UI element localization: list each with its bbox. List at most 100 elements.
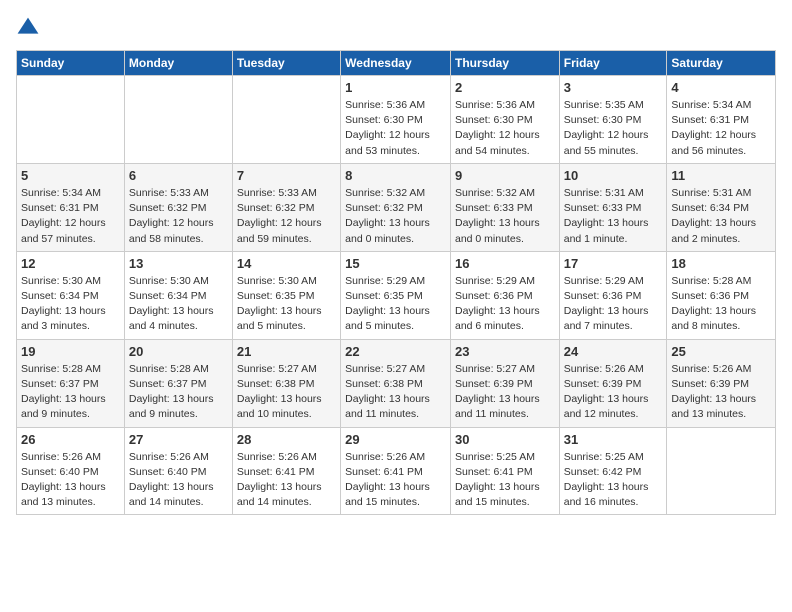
day-info: Sunrise: 5:25 AM Sunset: 6:41 PM Dayligh… [455,450,555,511]
day-number: 13 [129,256,228,271]
calendar-cell: 21Sunrise: 5:27 AM Sunset: 6:38 PM Dayli… [232,339,340,427]
day-number: 17 [564,256,663,271]
calendar-table: SundayMondayTuesdayWednesdayThursdayFrid… [16,50,776,515]
day-number: 11 [671,168,771,183]
calendar-cell: 19Sunrise: 5:28 AM Sunset: 6:37 PM Dayli… [17,339,125,427]
calendar-cell: 12 Sunrise: 5:30 AM Sunset: 6:34 PM Dayli… [17,251,125,339]
calendar-cell: 9 Sunrise: 5:32 AM Sunset: 6:33 PM Daylig… [450,163,559,251]
day-info: Sunrise: 5:33 AM Sunset: 6:32 PM Dayligh… [129,186,228,247]
day-info: Sunrise: 5:30 AM Sunset: 6:35 PM Dayligh… [237,274,336,335]
calendar-cell: 31 Sunrise: 5:25 AM Sunset: 6:42 PM Dayli… [559,427,667,515]
day-info: Sunrise: 5:26 AM Sunset: 6:41 PM Dayligh… [237,450,336,511]
calendar-cell: 25Sunrise: 5:26 AM Sunset: 6:39 PM Dayli… [667,339,776,427]
calendar-cell: 6 Sunrise: 5:33 AM Sunset: 6:32 PM Daylig… [124,163,232,251]
day-info: Sunrise: 5:26 AM Sunset: 6:40 PM Dayligh… [21,450,120,511]
day-number: 28 [237,432,336,447]
day-info: Sunrise: 5:27 AM Sunset: 6:38 PM Dayligh… [345,362,446,423]
day-info: Sunrise: 5:26 AM Sunset: 6:39 PM Dayligh… [564,362,663,423]
calendar-cell: 23 Sunrise: 5:27 AM Sunset: 6:39 PM Dayli… [450,339,559,427]
day-info: Sunrise: 5:36 AM Sunset: 6:30 PM Dayligh… [345,98,446,159]
calendar-week-2: 5 Sunrise: 5:34 AM Sunset: 6:31 PM Daylig… [17,163,776,251]
day-number: 2 [455,80,555,95]
weekday-header-saturday: Saturday [667,51,776,76]
page-header [16,16,776,40]
day-info: Sunrise: 5:32 AM Sunset: 6:32 PM Dayligh… [345,186,446,247]
day-info: Sunrise: 5:36 AM Sunset: 6:30 PM Dayligh… [455,98,555,159]
calendar-week-1: 1 Sunrise: 5:36 AM Sunset: 6:30 PM Daylig… [17,76,776,164]
day-number: 16 [455,256,555,271]
day-number: 18 [671,256,771,271]
day-number: 3 [564,80,663,95]
calendar-cell: 30 Sunrise: 5:25 AM Sunset: 6:41 PM Dayli… [450,427,559,515]
day-info: Sunrise: 5:29 AM Sunset: 6:36 PM Dayligh… [455,274,555,335]
weekday-header-thursday: Thursday [450,51,559,76]
day-number: 7 [237,168,336,183]
day-number: 19 [21,344,120,359]
day-info: Sunrise: 5:29 AM Sunset: 6:35 PM Dayligh… [345,274,446,335]
day-info: Sunrise: 5:25 AM Sunset: 6:42 PM Dayligh… [564,450,663,511]
calendar-cell: 22 Sunrise: 5:27 AM Sunset: 6:38 PM Dayli… [341,339,451,427]
day-number: 26 [21,432,120,447]
day-number: 12 [21,256,120,271]
day-number: 31 [564,432,663,447]
weekday-header-wednesday: Wednesday [341,51,451,76]
day-info: Sunrise: 5:28 AM Sunset: 6:36 PM Dayligh… [671,274,771,335]
day-info: Sunrise: 5:32 AM Sunset: 6:33 PM Dayligh… [455,186,555,247]
day-number: 15 [345,256,446,271]
calendar-cell: 4 Sunrise: 5:34 AM Sunset: 6:31 PM Daylig… [667,76,776,164]
day-number: 20 [129,344,228,359]
calendar-cell: 27Sunrise: 5:26 AM Sunset: 6:40 PM Dayli… [124,427,232,515]
calendar-cell: 29 Sunrise: 5:26 AM Sunset: 6:41 PM Dayli… [341,427,451,515]
day-number: 1 [345,80,446,95]
day-number: 24 [564,344,663,359]
day-number: 6 [129,168,228,183]
weekday-header-tuesday: Tuesday [232,51,340,76]
day-number: 23 [455,344,555,359]
calendar-cell: 8 Sunrise: 5:32 AM Sunset: 6:32 PM Daylig… [341,163,451,251]
day-number: 29 [345,432,446,447]
calendar-cell: 18 Sunrise: 5:28 AM Sunset: 6:36 PM Dayli… [667,251,776,339]
day-info: Sunrise: 5:28 AM Sunset: 6:37 PM Dayligh… [129,362,228,423]
calendar-cell: 11Sunrise: 5:31 AM Sunset: 6:34 PM Dayli… [667,163,776,251]
day-info: Sunrise: 5:35 AM Sunset: 6:30 PM Dayligh… [564,98,663,159]
calendar-cell: 10Sunrise: 5:31 AM Sunset: 6:33 PM Dayli… [559,163,667,251]
calendar-cell: 3 Sunrise: 5:35 AM Sunset: 6:30 PM Daylig… [559,76,667,164]
day-number: 27 [129,432,228,447]
calendar-cell [124,76,232,164]
day-number: 9 [455,168,555,183]
day-info: Sunrise: 5:34 AM Sunset: 6:31 PM Dayligh… [21,186,120,247]
calendar-cell: 20 Sunrise: 5:28 AM Sunset: 6:37 PM Dayli… [124,339,232,427]
day-info: Sunrise: 5:34 AM Sunset: 6:31 PM Dayligh… [671,98,771,159]
logo [16,16,44,40]
calendar-cell: 26 Sunrise: 5:26 AM Sunset: 6:40 PM Dayli… [17,427,125,515]
calendar-cell: 17Sunrise: 5:29 AM Sunset: 6:36 PM Dayli… [559,251,667,339]
calendar-header-row: SundayMondayTuesdayWednesdayThursdayFrid… [17,51,776,76]
day-number: 30 [455,432,555,447]
calendar-cell [232,76,340,164]
day-number: 14 [237,256,336,271]
calendar-week-3: 12 Sunrise: 5:30 AM Sunset: 6:34 PM Dayli… [17,251,776,339]
day-info: Sunrise: 5:30 AM Sunset: 6:34 PM Dayligh… [21,274,120,335]
day-info: Sunrise: 5:27 AM Sunset: 6:39 PM Dayligh… [455,362,555,423]
calendar-week-4: 19 Sunrise: 5:28 AM Sunset: 6:37 PM Dayli… [17,339,776,427]
day-info: Sunrise: 5:27 AM Sunset: 6:38 PM Dayligh… [237,362,336,423]
calendar-cell: 15 Sunrise: 5:29 AM Sunset: 6:35 PM Dayli… [341,251,451,339]
calendar-cell: 24 Sunrise: 5:26 AM Sunset: 6:39 PM Dayli… [559,339,667,427]
calendar-cell [667,427,776,515]
calendar-cell: 2 Sunrise: 5:36 AM Sunset: 6:30 PM Daylig… [450,76,559,164]
day-info: Sunrise: 5:30 AM Sunset: 6:34 PM Dayligh… [129,274,228,335]
calendar-cell: 5 Sunrise: 5:34 AM Sunset: 6:31 PM Daylig… [17,163,125,251]
day-number: 22 [345,344,446,359]
day-info: Sunrise: 5:31 AM Sunset: 6:33 PM Dayligh… [564,186,663,247]
calendar-cell [17,76,125,164]
calendar-cell: 16 Sunrise: 5:29 AM Sunset: 6:36 PM Dayli… [450,251,559,339]
calendar-week-5: 26 Sunrise: 5:26 AM Sunset: 6:40 PM Dayli… [17,427,776,515]
day-info: Sunrise: 5:26 AM Sunset: 6:41 PM Dayligh… [345,450,446,511]
day-info: Sunrise: 5:26 AM Sunset: 6:39 PM Dayligh… [671,362,771,423]
day-info: Sunrise: 5:33 AM Sunset: 6:32 PM Dayligh… [237,186,336,247]
day-number: 8 [345,168,446,183]
calendar-cell: 13 Sunrise: 5:30 AM Sunset: 6:34 PM Dayli… [124,251,232,339]
day-number: 5 [21,168,120,183]
calendar-cell: 28 Sunrise: 5:26 AM Sunset: 6:41 PM Dayli… [232,427,340,515]
day-number: 4 [671,80,771,95]
